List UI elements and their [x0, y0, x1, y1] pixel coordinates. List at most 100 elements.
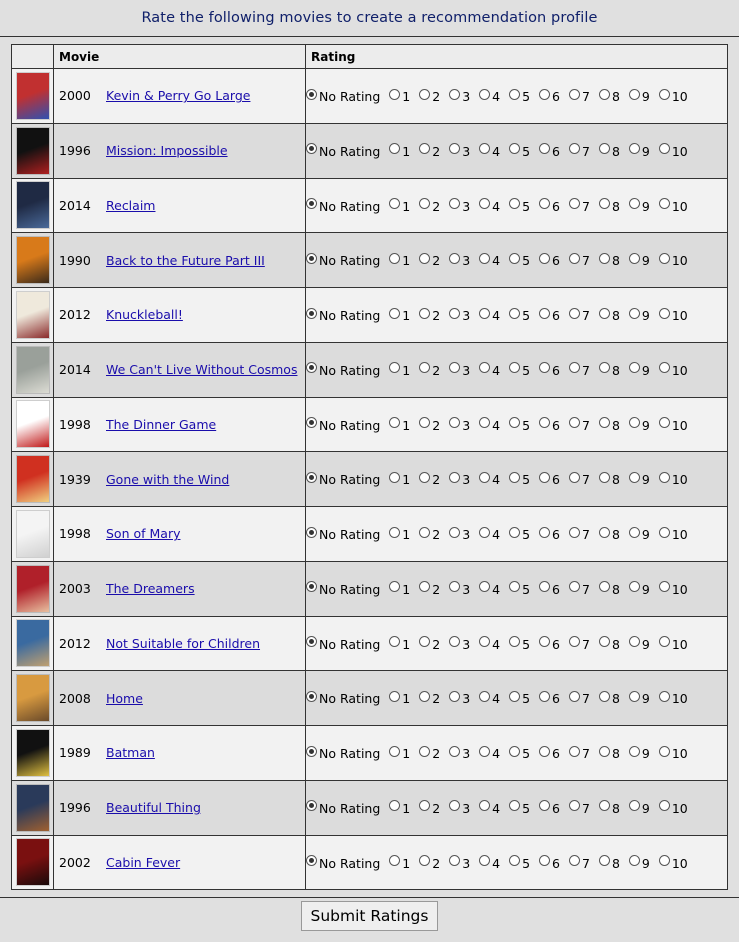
- rating-radio-button[interactable]: [389, 88, 401, 100]
- rating-radio-button[interactable]: [569, 252, 580, 264]
- rating-option-9[interactable]: 9: [628, 581, 658, 597]
- rating-option-7[interactable]: 7: [569, 198, 598, 214]
- rating-radio-button[interactable]: [598, 198, 610, 210]
- rating-option-no-rating[interactable]: No Rating: [306, 362, 388, 378]
- movie-title-link[interactable]: Back to the Future Part III: [106, 253, 265, 268]
- rating-option-2[interactable]: 2: [419, 800, 448, 816]
- rating-option-6[interactable]: 6: [539, 636, 568, 652]
- rating-option-no-rating[interactable]: No Rating: [306, 690, 388, 706]
- movie-title-link[interactable]: We Can't Live Without Cosmos: [106, 362, 297, 377]
- rating-radio-button[interactable]: [306, 745, 317, 757]
- rating-radio-button[interactable]: [419, 143, 431, 155]
- rating-option-5[interactable]: 5: [509, 307, 538, 323]
- rating-radio-button[interactable]: [539, 471, 551, 483]
- rating-radio-button[interactable]: [539, 855, 551, 867]
- rating-radio-button[interactable]: [658, 471, 670, 483]
- rating-radio-button[interactable]: [569, 471, 580, 483]
- rating-radio-button[interactable]: [306, 143, 317, 155]
- rating-option-6[interactable]: 6: [539, 307, 568, 323]
- rating-option-9[interactable]: 9: [628, 690, 658, 706]
- rating-radio-button[interactable]: [658, 252, 670, 264]
- rating-option-no-rating[interactable]: No Rating: [306, 198, 388, 214]
- rating-radio-button[interactable]: [509, 581, 521, 593]
- rating-option-10[interactable]: 10: [658, 855, 696, 871]
- rating-option-8[interactable]: 8: [598, 745, 628, 761]
- rating-option-7[interactable]: 7: [569, 690, 598, 706]
- rating-option-8[interactable]: 8: [598, 690, 628, 706]
- rating-radio-button[interactable]: [389, 800, 401, 812]
- rating-radio-button[interactable]: [569, 526, 580, 538]
- rating-option-1[interactable]: 1: [389, 88, 418, 104]
- movie-title-link[interactable]: Reclaim: [106, 198, 155, 213]
- rating-radio-button[interactable]: [449, 855, 461, 867]
- rating-option-1[interactable]: 1: [389, 307, 418, 323]
- rating-option-5[interactable]: 5: [509, 526, 538, 542]
- rating-radio-button[interactable]: [658, 362, 670, 374]
- rating-radio-button[interactable]: [419, 581, 431, 593]
- rating-option-2[interactable]: 2: [419, 581, 448, 597]
- rating-radio-button[interactable]: [306, 855, 317, 867]
- rating-radio-button[interactable]: [658, 800, 670, 812]
- rating-radio-button[interactable]: [658, 855, 670, 867]
- rating-radio-button[interactable]: [306, 88, 317, 100]
- rating-radio-button[interactable]: [389, 307, 401, 319]
- rating-radio-button[interactable]: [389, 855, 401, 867]
- rating-radio-button[interactable]: [449, 690, 461, 702]
- rating-radio-button[interactable]: [479, 526, 491, 538]
- rating-radio-button[interactable]: [306, 800, 317, 812]
- rating-option-2[interactable]: 2: [419, 745, 448, 761]
- rating-radio-button[interactable]: [658, 198, 670, 210]
- rating-radio-button[interactable]: [389, 690, 401, 702]
- rating-option-1[interactable]: 1: [389, 471, 418, 487]
- rating-radio-button[interactable]: [598, 581, 610, 593]
- rating-radio-button[interactable]: [306, 417, 317, 429]
- rating-radio-button[interactable]: [419, 526, 431, 538]
- rating-option-2[interactable]: 2: [419, 252, 448, 268]
- rating-option-3[interactable]: 3: [449, 745, 478, 761]
- rating-radio-button[interactable]: [479, 690, 491, 702]
- rating-radio-button[interactable]: [658, 143, 670, 155]
- rating-radio-button[interactable]: [628, 143, 640, 155]
- rating-option-8[interactable]: 8: [598, 143, 628, 159]
- rating-radio-button[interactable]: [598, 745, 610, 757]
- rating-option-2[interactable]: 2: [419, 526, 448, 542]
- rating-option-7[interactable]: 7: [569, 581, 598, 597]
- rating-radio-button[interactable]: [449, 252, 461, 264]
- rating-option-no-rating[interactable]: No Rating: [306, 143, 388, 159]
- rating-radio-button[interactable]: [449, 636, 461, 648]
- rating-option-5[interactable]: 5: [509, 198, 538, 214]
- rating-radio-button[interactable]: [479, 581, 491, 593]
- rating-option-3[interactable]: 3: [449, 88, 478, 104]
- rating-option-7[interactable]: 7: [569, 417, 598, 433]
- rating-option-5[interactable]: 5: [509, 471, 538, 487]
- rating-option-4[interactable]: 4: [479, 690, 508, 706]
- rating-radio-button[interactable]: [449, 143, 461, 155]
- movie-title-link[interactable]: Beautiful Thing: [106, 800, 201, 815]
- rating-radio-button[interactable]: [539, 362, 551, 374]
- rating-option-no-rating[interactable]: No Rating: [306, 252, 388, 268]
- rating-radio-button[interactable]: [628, 581, 640, 593]
- rating-option-3[interactable]: 3: [449, 252, 478, 268]
- rating-radio-button[interactable]: [389, 417, 401, 429]
- rating-radio-button[interactable]: [479, 417, 491, 429]
- rating-option-9[interactable]: 9: [628, 855, 658, 871]
- rating-option-6[interactable]: 6: [539, 252, 568, 268]
- rating-option-no-rating[interactable]: No Rating: [306, 800, 388, 816]
- rating-option-9[interactable]: 9: [628, 526, 658, 542]
- rating-option-7[interactable]: 7: [569, 636, 598, 652]
- rating-radio-button[interactable]: [509, 636, 521, 648]
- rating-option-8[interactable]: 8: [598, 88, 628, 104]
- rating-option-1[interactable]: 1: [389, 198, 418, 214]
- rating-radio-button[interactable]: [306, 307, 317, 319]
- movie-title-link[interactable]: Batman: [106, 745, 155, 760]
- rating-option-7[interactable]: 7: [569, 745, 598, 761]
- rating-radio-button[interactable]: [449, 526, 461, 538]
- rating-radio-button[interactable]: [306, 252, 317, 264]
- rating-radio-button[interactable]: [306, 471, 317, 483]
- rating-option-8[interactable]: 8: [598, 855, 628, 871]
- rating-radio-button[interactable]: [598, 855, 610, 867]
- rating-option-5[interactable]: 5: [509, 800, 538, 816]
- rating-option-1[interactable]: 1: [389, 581, 418, 597]
- rating-option-2[interactable]: 2: [419, 417, 448, 433]
- rating-option-10[interactable]: 10: [658, 143, 696, 159]
